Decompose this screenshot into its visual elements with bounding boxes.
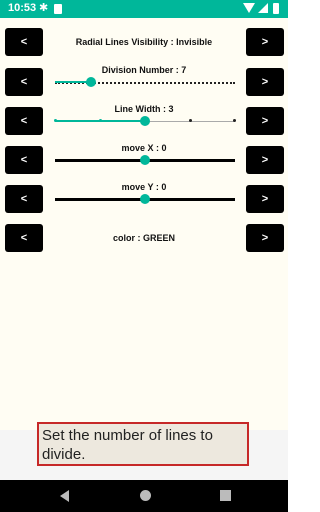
- navigation-bar: [0, 480, 288, 512]
- line-width-tick: [189, 119, 192, 122]
- line-width-next-button[interactable]: >: [246, 107, 284, 135]
- radial-lines-label: Radial Lines Visibility : Invisible: [75, 37, 213, 47]
- hint-box: Set the number of lines to divide.: [37, 422, 249, 466]
- line-width-row: < Line Width : 3 >: [0, 104, 288, 135]
- color-row: < color : GREEN >: [0, 224, 288, 252]
- line-width-prev-button[interactable]: <: [5, 107, 43, 135]
- move-y-prev-button[interactable]: <: [5, 185, 43, 213]
- battery-icon: [273, 3, 279, 14]
- wifi-icon: [243, 3, 255, 13]
- line-width-tick: [99, 119, 102, 122]
- sd-card-icon: [54, 4, 62, 14]
- move-y-row: < move Y : 0 >: [0, 182, 288, 213]
- line-width-slider[interactable]: [140, 116, 150, 126]
- division-number-label: Division Number : 7: [101, 65, 187, 75]
- line-width-tick: [233, 119, 236, 122]
- hint-area: Set the number of lines to divide.: [0, 422, 288, 480]
- settings-panel: < Radial Lines Visibility : Invisible > …: [0, 18, 288, 430]
- status-time: 10:53: [8, 2, 37, 14]
- status-bar: 10:53 ✱: [0, 0, 288, 18]
- color-label: color : GREEN: [112, 233, 175, 243]
- division-number-prev-button[interactable]: <: [5, 68, 43, 96]
- move-x-label: move X : 0: [121, 143, 167, 153]
- recent-apps-icon[interactable]: [220, 490, 231, 501]
- move-x-next-button[interactable]: >: [246, 146, 284, 174]
- color-next-button[interactable]: >: [246, 224, 284, 252]
- move-y-next-button[interactable]: >: [246, 185, 284, 213]
- color-prev-button[interactable]: <: [5, 224, 43, 252]
- division-number-fill: [55, 81, 90, 83]
- line-width-label: Line Width : 3: [114, 104, 174, 114]
- division-number-next-button[interactable]: >: [246, 68, 284, 96]
- radial-lines-prev-button[interactable]: <: [5, 28, 43, 56]
- division-number-row: < Division Number : 7 >: [0, 65, 288, 96]
- division-number-slider[interactable]: [86, 77, 96, 87]
- signal-icon: [258, 3, 268, 13]
- radial-lines-row: < Radial Lines Visibility : Invisible >: [0, 28, 288, 56]
- move-y-slider[interactable]: [140, 194, 150, 204]
- radial-lines-next-button[interactable]: >: [246, 28, 284, 56]
- home-icon[interactable]: [140, 490, 151, 501]
- back-icon[interactable]: [60, 490, 69, 502]
- line-width-tick: [54, 119, 57, 122]
- move-x-slider[interactable]: [140, 155, 150, 165]
- move-x-prev-button[interactable]: <: [5, 146, 43, 174]
- gear-icon: ✱: [39, 2, 49, 14]
- move-x-row: < move X : 0 >: [0, 143, 288, 174]
- hint-text: Set the number of lines to divide.: [42, 427, 213, 463]
- move-y-label: move Y : 0: [121, 182, 167, 192]
